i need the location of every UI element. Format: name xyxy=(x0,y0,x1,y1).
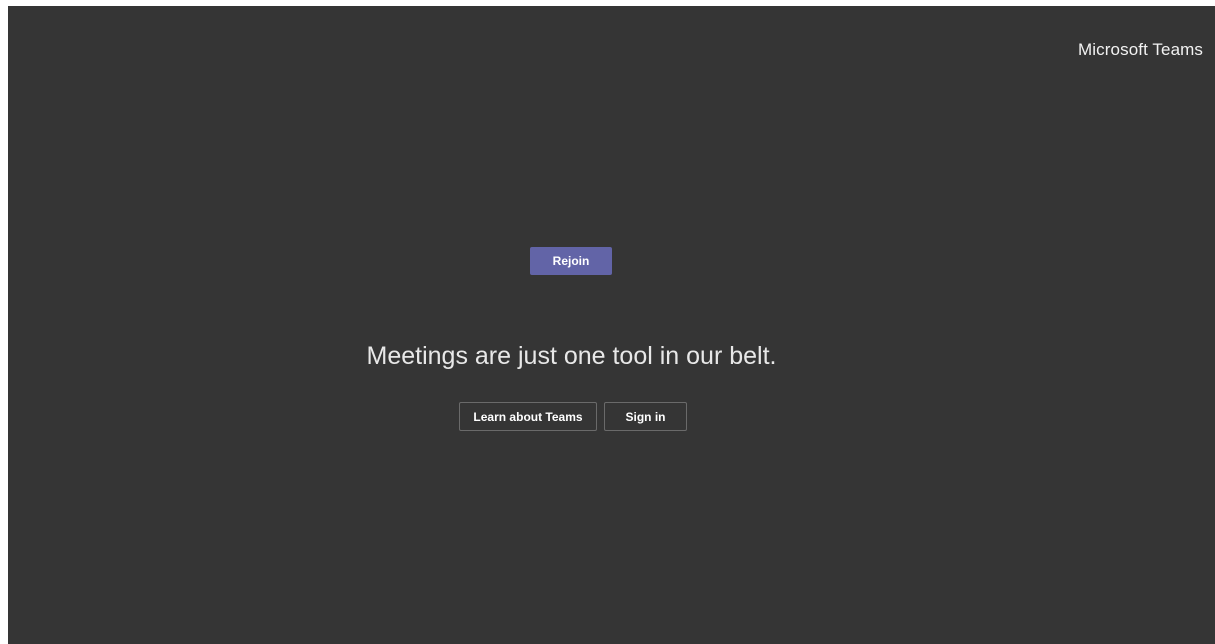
meeting-ended-screen: Microsoft Teams Rejoin Meetings are just… xyxy=(8,6,1215,644)
app-brand: Microsoft Teams xyxy=(1078,40,1203,59)
sign-in-button[interactable]: Sign in xyxy=(604,402,687,431)
rejoin-button[interactable]: Rejoin xyxy=(530,247,612,275)
action-buttons: Learn about Teams Sign in xyxy=(459,402,687,431)
tagline: Meetings are just one tool in our belt. xyxy=(366,342,777,370)
learn-about-teams-button[interactable]: Learn about Teams xyxy=(459,402,597,431)
